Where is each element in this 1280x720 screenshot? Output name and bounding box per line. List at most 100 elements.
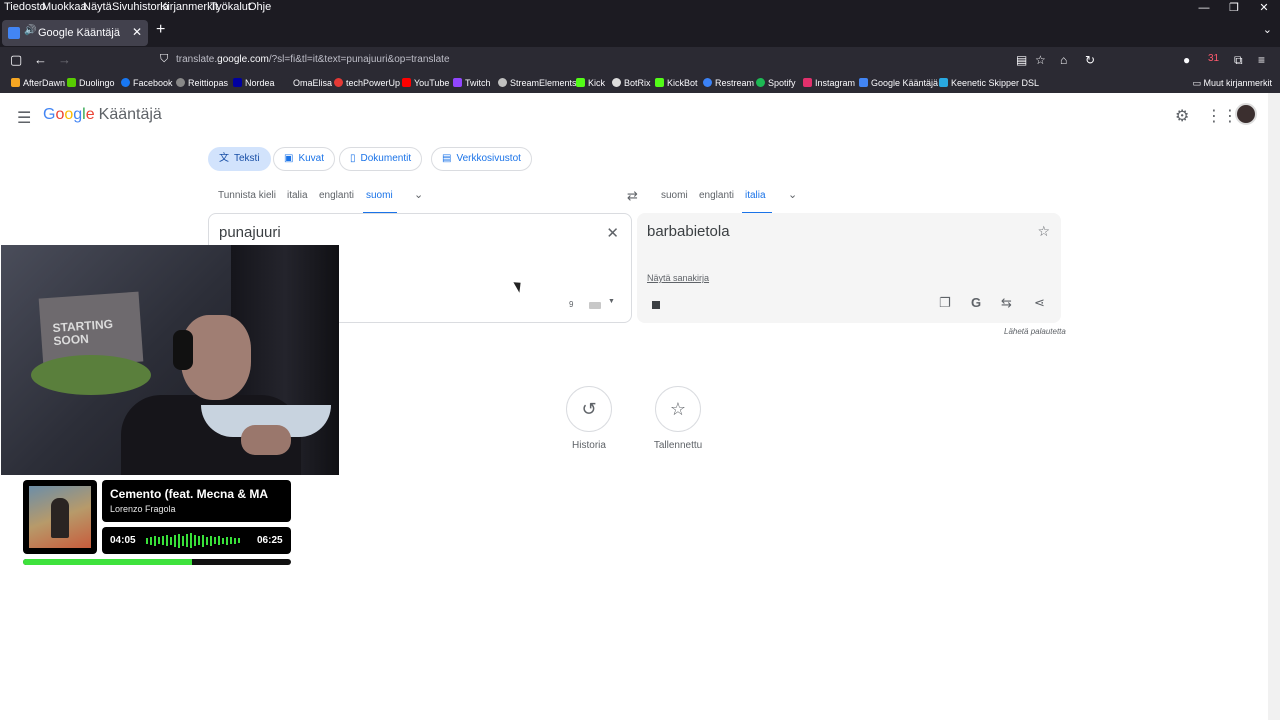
avatar[interactable] [1235, 103, 1257, 125]
keyboard-dropdown-icon[interactable]: ▼ [608, 298, 615, 305]
tab-text[interactable]: 文 Teksti [208, 147, 271, 171]
techpowerup-icon [334, 78, 343, 87]
list-tabs-icon[interactable]: ⌄ [1263, 23, 1272, 36]
address-bar[interactable]: ⛉ translate.google.com/?sl=fi&tl=it&text… [152, 50, 1032, 71]
bookmark-botrix[interactable]: BotRix [612, 78, 651, 88]
tab-websites[interactable]: ▤ Verkkosivustot [431, 147, 532, 171]
star-icon: ☆ [669, 399, 687, 419]
main-menu-icon[interactable]: ☰ [17, 108, 31, 128]
share-icon[interactable]: ⋖ [1034, 295, 1045, 311]
speaker-icon[interactable]: 🔊 [24, 25, 36, 36]
bookmark-streamelements[interactable]: StreamElements [498, 78, 577, 88]
equalizer-bar [158, 537, 160, 544]
send-feedback-link[interactable]: Lähetä palautetta [1004, 327, 1066, 336]
minimize-icon[interactable]: — [1189, 0, 1219, 17]
source-lang-more-chevron-down-icon[interactable]: ⌄ [414, 188, 423, 201]
menu-nayta[interactable]: Näytä [83, 1, 112, 13]
extension-icon[interactable]: ● [1183, 53, 1190, 67]
source-lang-suomi[interactable]: suomi [366, 190, 393, 201]
spotify-icon [756, 78, 765, 87]
song-artist: Lorenzo Fragola [110, 504, 176, 514]
stop-audio-icon[interactable] [652, 301, 660, 309]
copy-icon[interactable]: ❐ [939, 295, 951, 311]
bookmark-google-translate[interactable]: Google Kääntäjä [859, 78, 938, 88]
save-translation-star-icon[interactable]: ☆ [1037, 223, 1050, 240]
notification-badge[interactable]: 31 [1208, 53, 1219, 64]
menu-muokkaa[interactable]: Muokkaa [42, 1, 87, 13]
saved-button[interactable]: ☆ [655, 386, 701, 432]
close-tab-icon[interactable]: ✕ [132, 25, 142, 39]
equalizer-bar [226, 536, 228, 545]
target-lang-more-chevron-down-icon[interactable]: ⌄ [788, 188, 797, 201]
restore-icon[interactable]: ❐ [1219, 0, 1249, 17]
bookmark-omaelisa[interactable]: OmaElisa [281, 78, 332, 88]
bookmark-star-icon[interactable]: ☆ [1035, 53, 1046, 67]
apps-grid-icon[interactable]: ⋮⋮ [1206, 106, 1238, 126]
bookmark-spotify[interactable]: Spotify [756, 78, 796, 88]
back-button[interactable]: ← [34, 52, 47, 67]
google-translate-logo[interactable]: Google Kääntäjä [43, 106, 162, 124]
menu-hamburger-icon[interactable]: ≡ [1258, 53, 1265, 67]
bookmark-restream[interactable]: Restream [703, 78, 754, 88]
forward-button[interactable]: → [58, 52, 71, 67]
tab-images[interactable]: ▣ Kuvat [273, 147, 336, 171]
source-text-input[interactable]: punajuuri [219, 224, 281, 241]
extensions-puzzle-icon[interactable]: ⧉ [1234, 53, 1243, 68]
bookmark-afterdawn[interactable]: AfterDawn [11, 78, 65, 88]
bookmark-nordea[interactable]: Nordea [233, 78, 275, 88]
source-lang-englanti[interactable]: englanti [319, 190, 354, 201]
history-button[interactable]: ↺ [566, 386, 612, 432]
clear-text-close-icon[interactable]: ✕ [606, 224, 619, 242]
target-lang-italia[interactable]: italia [745, 190, 766, 201]
menu-tyokalut[interactable]: Työkalut [210, 1, 251, 13]
target-lang-suomi[interactable]: suomi [661, 190, 688, 201]
bookmark-duolingo[interactable]: Duolingo [67, 78, 115, 88]
equalizer-bar [210, 535, 212, 546]
source-lang-detect[interactable]: Tunnista kieli [218, 190, 276, 201]
equalizer-bar [238, 538, 240, 543]
reader-view-icon[interactable]: ▤ [1016, 53, 1027, 67]
bookmark-instagram[interactable]: Instagram [803, 78, 855, 88]
reload-icon[interactable]: ↻ [1085, 53, 1095, 67]
menu-ohje[interactable]: Ohje [248, 1, 271, 13]
menu-tiedosto[interactable]: Tiedosto [4, 1, 46, 13]
bookmark-youtube[interactable]: YouTube [402, 78, 449, 88]
home-icon[interactable]: ⌂ [1060, 53, 1067, 67]
sidebar-toggle-icon[interactable]: ▢ [10, 52, 22, 68]
shield-icon[interactable]: ⛉ [160, 53, 168, 66]
settings-gear-icon[interactable]: ⚙ [1175, 106, 1189, 126]
url-text[interactable]: translate.google.com/?sl=fi&tl=it&text=p… [176, 54, 450, 65]
bookmark-kick[interactable]: Kick [576, 78, 605, 88]
now-playing-info: Cemento (feat. Mecna & MA Lorenzo Fragol… [102, 480, 291, 522]
bookmark-kickbot[interactable]: KickBot [655, 78, 698, 88]
close-window-icon[interactable]: ✕ [1249, 0, 1279, 17]
globe-icon [176, 78, 185, 87]
tab-documents[interactable]: ▯ Dokumentit [339, 147, 423, 171]
history-label: Historia [572, 440, 606, 451]
bookmark-facebook[interactable]: Facebook [121, 78, 173, 88]
bookmark-reittiopas[interactable]: Reittiopas [176, 78, 228, 88]
page-scrollbar[interactable] [1268, 93, 1280, 720]
tab-google-translate[interactable]: 🔊 Google Kääntäjä ✕ [2, 20, 148, 46]
other-bookmarks[interactable]: ▭ Muut kirjanmerkit [1192, 78, 1272, 89]
google-translate-icon [859, 78, 868, 87]
bookmark-techpowerup[interactable]: techPowerUp [334, 78, 400, 88]
omaelisa-icon [281, 78, 290, 87]
facebook-icon [121, 78, 130, 87]
bookmark-keenetic[interactable]: Keenetic Skipper DSL [939, 78, 1039, 88]
headset [173, 330, 193, 370]
swap-languages-icon[interactable]: ⇄ [627, 188, 638, 204]
rate-translation-icon[interactable]: ⇆ [1001, 295, 1012, 311]
show-dictionary-link[interactable]: Näytä sanakirja [647, 273, 709, 283]
google-search-icon[interactable]: G [971, 295, 981, 310]
translation-output: barbabietola [647, 223, 730, 240]
bookmark-twitch[interactable]: Twitch [453, 78, 491, 88]
translate-icon: 文 [219, 153, 229, 164]
keyboard-icon[interactable] [589, 302, 601, 309]
equalizer-bar [202, 534, 204, 547]
equalizer-bar [222, 537, 224, 544]
target-lang-englanti[interactable]: englanti [699, 190, 734, 201]
source-lang-italia[interactable]: italia [287, 190, 308, 201]
equalizer-bar [162, 536, 164, 545]
new-tab-button[interactable]: + [156, 21, 165, 39]
